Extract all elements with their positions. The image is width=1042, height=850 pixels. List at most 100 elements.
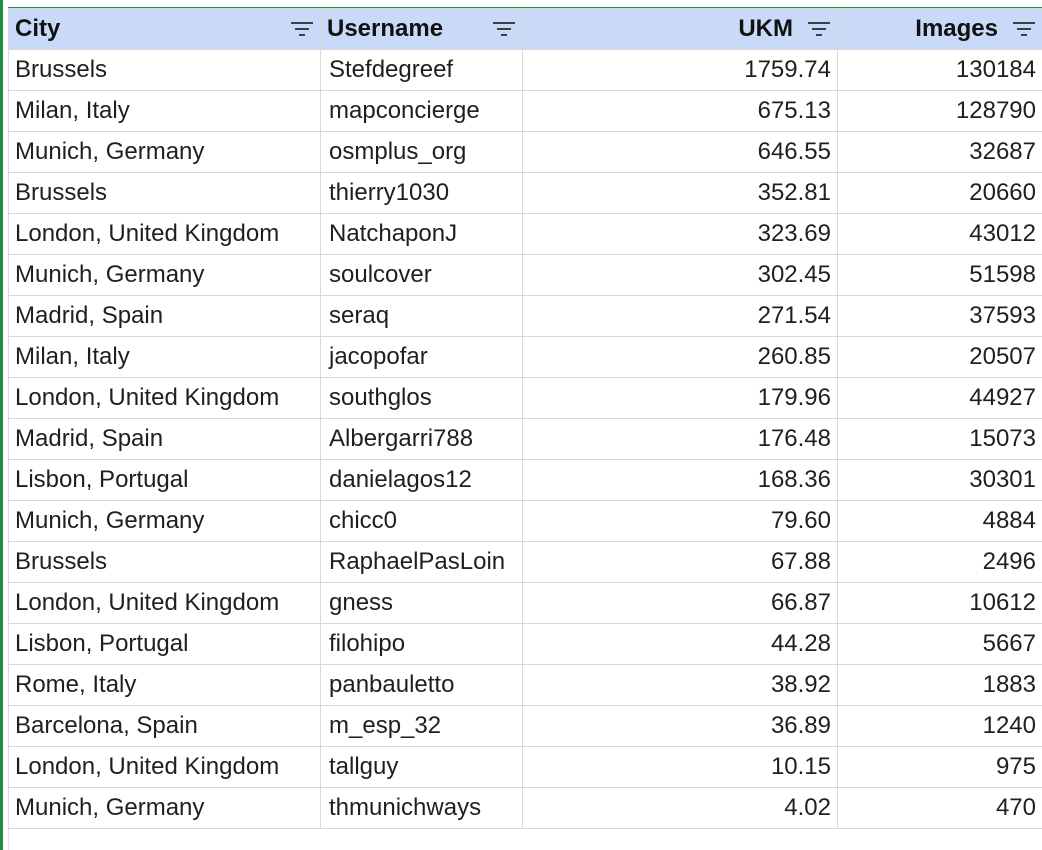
cell-username[interactable]: mapconcierge	[320, 90, 523, 132]
table-row: Munich, Germany soulcover 302.45 51598	[8, 254, 1042, 296]
cell-images[interactable]: 1883	[837, 664, 1042, 706]
cell-city[interactable]: Munich, Germany	[8, 500, 321, 542]
cell-ukm[interactable]: 675.13	[522, 90, 838, 132]
cell-ukm[interactable]: 38.92	[522, 664, 838, 706]
cell-city[interactable]: London, United Kingdom	[8, 582, 321, 624]
cell-city[interactable]: Brussels	[8, 172, 321, 214]
cell-images[interactable]: 2496	[837, 541, 1042, 583]
cell-city[interactable]: Milan, Italy	[8, 90, 321, 132]
cell-username[interactable]: filohipo	[320, 623, 523, 665]
cell-ukm[interactable]: 44.28	[522, 623, 838, 665]
cell-ukm[interactable]: 66.87	[522, 582, 838, 624]
cell-city[interactable]: London, United Kingdom	[8, 746, 321, 788]
cell-images[interactable]: 32687	[837, 131, 1042, 173]
cell-username[interactable]: danielagos12	[320, 459, 523, 501]
cell-images[interactable]: 10612	[837, 582, 1042, 624]
cell-ukm[interactable]: 176.48	[522, 418, 838, 460]
cell-images[interactable]: 44927	[837, 377, 1042, 419]
cell-city[interactable]: Munich, Germany	[8, 787, 321, 829]
cell-city[interactable]: London, United Kingdom	[8, 377, 321, 419]
table-row: Lisbon, Portugal filohipo 44.28 5667	[8, 623, 1042, 665]
cell-username[interactable]: RaphaelPasLoin	[320, 541, 523, 583]
column-header-username[interactable]: Username	[320, 8, 523, 50]
cell-username[interactable]: Albergarri788	[320, 418, 523, 460]
column-header-images[interactable]: Images	[837, 8, 1042, 50]
filter-icon[interactable]	[1012, 20, 1036, 38]
cell-images[interactable]: 30301	[837, 459, 1042, 501]
cell-city[interactable]: Rome, Italy	[8, 664, 321, 706]
cell-images[interactable]: 4884	[837, 500, 1042, 542]
cell-images[interactable]: 20660	[837, 172, 1042, 214]
cell-city[interactable]: Lisbon, Portugal	[8, 623, 321, 665]
column-header-label: Username	[327, 15, 444, 42]
cell-ukm[interactable]: 168.36	[522, 459, 838, 501]
filter-icon[interactable]	[807, 20, 831, 38]
cell-username[interactable]: seraq	[320, 295, 523, 337]
cell-city[interactable]: Madrid, Spain	[8, 418, 321, 460]
cell-images[interactable]: 130184	[837, 49, 1042, 91]
cell-city[interactable]: Munich, Germany	[8, 131, 321, 173]
table-row: Munich, Germany chicc0 79.60 4884	[8, 500, 1042, 542]
cell-username[interactable]: gness	[320, 582, 523, 624]
cell-ukm[interactable]: 179.96	[522, 377, 838, 419]
cell-username[interactable]: osmplus_org	[320, 131, 523, 173]
table-row: Munich, Germany osmplus_org 646.55 32687	[8, 131, 1042, 173]
cell-username[interactable]: jacopofar	[320, 336, 523, 378]
table-row: Madrid, Spain seraq 271.54 37593	[8, 295, 1042, 337]
cell-username[interactable]: Stefdegreef	[320, 49, 523, 91]
cell-city[interactable]: Lisbon, Portugal	[8, 459, 321, 501]
cell-city[interactable]: Brussels	[8, 541, 321, 583]
table-row: London, United Kingdom southglos 179.96 449…	[8, 377, 1042, 419]
cell-ukm[interactable]: 67.88	[522, 541, 838, 583]
cell-ukm[interactable]: 646.55	[522, 131, 838, 173]
table-row: London, United Kingdom NatchaponJ 323.69 43…	[8, 213, 1042, 255]
column-header-ukm[interactable]: UKM	[522, 8, 838, 50]
cell-images[interactable]: 51598	[837, 254, 1042, 296]
table-row: Barcelona, Spain m_esp_32 36.89 1240	[8, 705, 1042, 747]
cell-username[interactable]: thmunichways	[320, 787, 523, 829]
cell-username[interactable]: m_esp_32	[320, 705, 523, 747]
cell-city[interactable]: Munich, Germany	[8, 254, 321, 296]
cell-ukm[interactable]: 271.54	[522, 295, 838, 337]
cell-ukm[interactable]: 10.15	[522, 746, 838, 788]
cell-city[interactable]: London, United Kingdom	[8, 213, 321, 255]
cell-ukm[interactable]: 352.81	[522, 172, 838, 214]
cell-images[interactable]: 975	[837, 746, 1042, 788]
cell-username[interactable]: NatchaponJ	[320, 213, 523, 255]
cell-ukm[interactable]: 302.45	[522, 254, 838, 296]
cell-images[interactable]: 1240	[837, 705, 1042, 747]
table-row: Rome, Italy panbauletto 38.92 1883	[8, 664, 1042, 706]
table-row: Brussels thierry1030 352.81 20660	[8, 172, 1042, 214]
cell-images[interactable]: 470	[837, 787, 1042, 829]
table-row: Brussels RaphaelPasLoin 67.88 2496	[8, 541, 1042, 583]
cell-username[interactable]: southglos	[320, 377, 523, 419]
cell-ukm[interactable]: 4.02	[522, 787, 838, 829]
cell-username[interactable]: tallguy	[320, 746, 523, 788]
cell-images[interactable]: 37593	[837, 295, 1042, 337]
filter-icon[interactable]	[290, 20, 314, 38]
cell-images[interactable]: 15073	[837, 418, 1042, 460]
cell-ukm[interactable]: 79.60	[522, 500, 838, 542]
cell-images[interactable]: 5667	[837, 623, 1042, 665]
filter-icon[interactable]	[492, 20, 516, 38]
cell-username[interactable]: chicc0	[320, 500, 523, 542]
cell-ukm[interactable]: 323.69	[522, 213, 838, 255]
cell-ukm[interactable]: 36.89	[522, 705, 838, 747]
cell-city[interactable]: Barcelona, Spain	[8, 705, 321, 747]
cell-images[interactable]: 43012	[837, 213, 1042, 255]
cell-images[interactable]: 128790	[837, 90, 1042, 132]
cell-ukm[interactable]: 1759.74	[522, 49, 838, 91]
column-header-label: Images	[915, 15, 998, 42]
table-row: Munich, Germany thmunichways 4.02 470	[8, 787, 1042, 829]
cell-username[interactable]: thierry1030	[320, 172, 523, 214]
cell-username[interactable]: soulcover	[320, 254, 523, 296]
cell-city[interactable]: Brussels	[8, 49, 321, 91]
cell-images[interactable]: 20507	[837, 336, 1042, 378]
table-row: Lisbon, Portugal danielagos12 168.36 30301	[8, 459, 1042, 501]
cell-ukm[interactable]: 260.85	[522, 336, 838, 378]
cell-city[interactable]: Milan, Italy	[8, 336, 321, 378]
table-row: Milan, Italy mapconcierge 675.13 128790	[8, 90, 1042, 132]
cell-username[interactable]: panbauletto	[320, 664, 523, 706]
cell-city[interactable]: Madrid, Spain	[8, 295, 321, 337]
column-header-city[interactable]: City	[8, 8, 321, 50]
